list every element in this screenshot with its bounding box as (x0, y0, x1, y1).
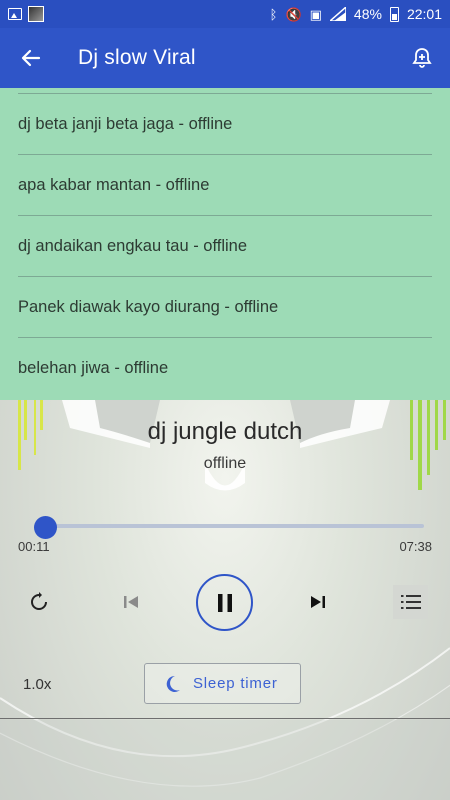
list-item-label: apa kabar mantan - offline (18, 175, 210, 194)
ringtone-bell-icon (412, 48, 432, 68)
status-bar: ᛒ 🔇 ▣ 48% 22:01 (0, 0, 450, 28)
nfc-icon: ▣ (309, 6, 322, 22)
seek-bar[interactable] (36, 524, 424, 528)
image-icon (8, 8, 22, 20)
moon-icon (166, 675, 180, 692)
back-button[interactable] (0, 28, 62, 88)
list-item[interactable]: apa kabar mantan - offline (18, 155, 432, 216)
current-time: 00:11 (18, 539, 50, 554)
list-icon (400, 595, 421, 609)
page-title: Dj slow Viral (78, 46, 196, 69)
mute-icon: 🔇 (285, 6, 302, 22)
ringtone-button[interactable] (394, 28, 450, 88)
sleep-timer-button[interactable]: Sleep timer (144, 663, 301, 704)
list-item-label: Panek diawak kayo diurang - offline (18, 297, 279, 316)
repeat-icon (31, 592, 47, 610)
playlist-toggle-button[interactable] (393, 585, 428, 619)
list-item[interactable]: dj andaikan engkau tau - offline (18, 216, 432, 277)
app-bar: Dj slow Viral (0, 28, 450, 88)
skip-next-icon (311, 596, 325, 608)
total-time: 07:38 (399, 539, 432, 554)
sleep-timer-label: Sleep timer (193, 675, 278, 692)
playback-speed[interactable]: 1.0x (23, 676, 51, 693)
divider (0, 718, 450, 719)
pause-icon (217, 593, 232, 612)
track-title: dj jungle dutch (147, 418, 303, 445)
app-avatar-icon (28, 6, 44, 22)
seek-thumb[interactable] (33, 516, 57, 539)
list-item[interactable]: belehan jiwa - offline (18, 338, 432, 399)
playlist: dj beta janji beta jaga - offline apa ka… (0, 88, 450, 400)
track-subtitle: offline (203, 455, 247, 472)
battery-icon (389, 6, 399, 22)
list-item[interactable]: dj beta janji beta jaga - offline (18, 94, 432, 155)
list-item-label: dj beta janji beta jaga - offline (18, 114, 233, 133)
signal-icon (329, 7, 346, 21)
battery-label: 48% (353, 6, 382, 22)
repeat-button[interactable] (22, 585, 56, 619)
arrow-back-icon (21, 49, 41, 67)
previous-button[interactable] (114, 585, 148, 619)
list-item[interactable]: Panek diawak kayo diurang - offline (18, 277, 432, 338)
clock: 22:01 (406, 6, 442, 22)
play-pause-button[interactable] (196, 574, 253, 631)
list-item-label: dj andaikan engkau tau - offline (18, 236, 248, 255)
bluetooth-icon: ᛒ (269, 6, 278, 22)
list-item-label: belehan jiwa - offline (18, 359, 169, 377)
skip-previous-icon (124, 596, 138, 608)
next-button[interactable] (301, 585, 335, 619)
